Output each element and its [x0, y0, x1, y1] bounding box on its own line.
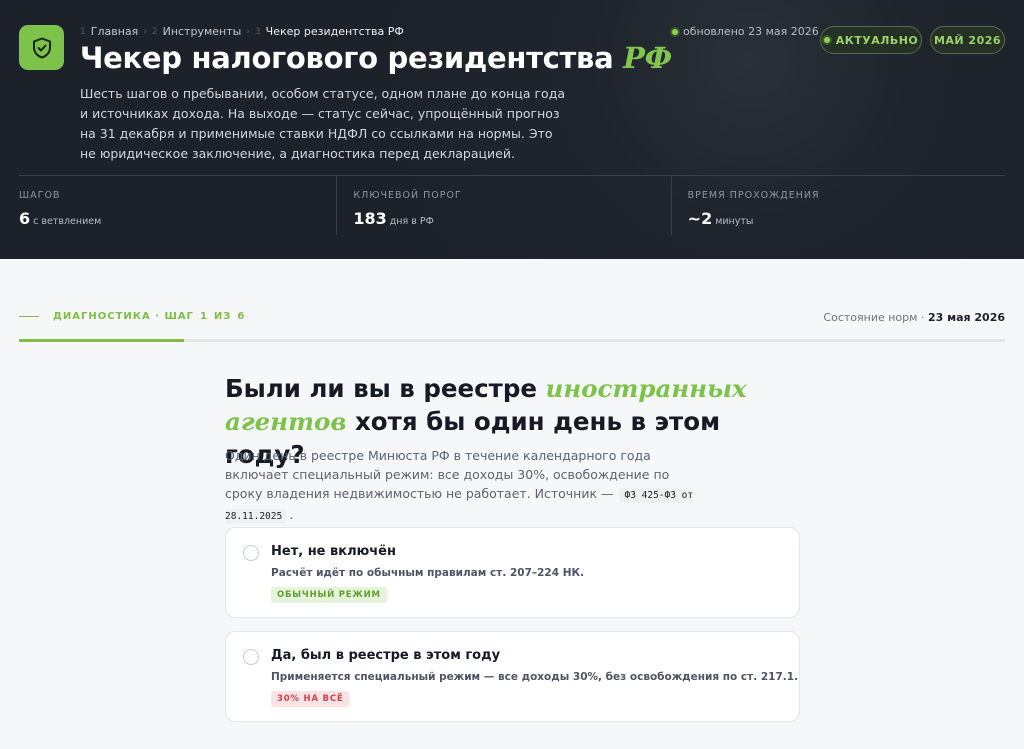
updated-indicator: обновлено 23 мая 2026 — [672, 25, 819, 38]
breadcrumb-tools-link[interactable]: Инструменты — [163, 25, 242, 38]
step-of: ИЗ — [213, 311, 232, 322]
stat-duration: ВРЕМЯ ПРОХОЖДЕНИЯ ~2 минуты — [670, 176, 1005, 235]
norms-date: 23 мая 2026 — [927, 311, 1005, 324]
breadcrumb: 1 Главная › 2 Инструменты › 3 Чекер рези… — [80, 25, 404, 38]
step-current: 1 — [199, 311, 208, 322]
stat-unit: дня в РФ — [389, 216, 434, 227]
intro-text: Шесть шагов о пребывании, особом статусе… — [80, 86, 565, 161]
step-total: 6 — [237, 311, 246, 322]
page-title-accent: РФ — [623, 41, 672, 75]
breadcrumb-num: 3 — [254, 26, 261, 37]
breadcrumb-home-link[interactable]: Главная — [91, 25, 139, 38]
page-title-text: Чекер налогового резидентства — [80, 41, 614, 75]
norms-label: Состояние норм · — [823, 311, 925, 324]
status-dot-icon — [672, 28, 678, 35]
step-label: ДИАГНОСТИКА · ШАГ 1 ИЗ 6 — [19, 311, 245, 322]
question-description-text: Один день в реестре Минюста РФ в течение… — [225, 448, 670, 501]
option-description: Применяется специальный режим — все дохо… — [271, 671, 799, 683]
stats-row: ШАГОВ 6с ветвлением КЛЮЧЕВОЙ ПОРОГ 183 дн… — [19, 175, 1005, 235]
option-tag: 30% НА ВСЁ — [271, 691, 350, 707]
date-badge: МАЙ 2026 — [930, 26, 1005, 54]
stat-unit: минуты — [715, 216, 754, 227]
stat-value: ~2 — [687, 209, 713, 228]
question-text: Были ли вы в реестре — [225, 374, 546, 403]
stat-label: КЛЮЧЕВОЙ ПОРОГ — [353, 190, 462, 201]
radio-button[interactable] — [243, 545, 259, 561]
question-description: Один день в реестре Минюста РФ в течение… — [225, 446, 695, 526]
norms-state: Состояние норм · 23 мая 2026 — [823, 311, 1005, 324]
updated-text: обновлено 23 мая 2026 — [683, 25, 819, 38]
breadcrumb-num: 1 — [80, 26, 86, 37]
option-tag: ОБЫЧНЫЙ РЕЖИМ — [271, 587, 387, 603]
page-title: Чекер налогового резидентства РФ — [80, 41, 672, 75]
question-description-end: . — [289, 507, 294, 522]
step-label-text: ДИАГНОСТИКА · ШАГ — [53, 311, 194, 322]
progress-header: ДИАГНОСТИКА · ШАГ 1 ИЗ 6 Состояние норм … — [19, 308, 1005, 342]
status-dot-icon — [823, 37, 830, 43]
stat-value: 183 — [353, 209, 387, 228]
status-badge: АКТУАЛЬНО — [820, 26, 922, 54]
stat-label: ВРЕМЯ ПРОХОЖДЕНИЯ — [687, 190, 820, 201]
step-line-decoration — [19, 315, 39, 318]
breadcrumb-separator: › — [143, 26, 147, 37]
option-description: Расчёт идёт по обычным правилам ст. 207–… — [271, 567, 585, 579]
stat-label: ШАГОВ — [19, 190, 61, 201]
progress-fill — [19, 339, 184, 342]
stat-value: 6 — [19, 209, 31, 228]
option-title: Нет, не включён — [271, 544, 396, 559]
status-badge-label: АКТУАЛЬНО — [835, 33, 919, 47]
stat-threshold: КЛЮЧЕВОЙ ПОРОГ 183 дня в РФ — [336, 176, 670, 235]
stat-unit: с ветвлением — [33, 216, 102, 227]
breadcrumb-current: Чекер резидентства РФ — [265, 25, 404, 38]
option-title: Да, был в реестре в этом году — [271, 648, 501, 663]
hero-header: 1 Главная › 2 Инструменты › 3 Чекер рези… — [0, 0, 1024, 259]
shield-check-icon — [19, 25, 64, 70]
option-card-no[interactable]: Нет, не включён Расчёт идёт по обычным п… — [225, 527, 800, 618]
radio-button[interactable] — [243, 649, 259, 665]
breadcrumb-separator: › — [246, 26, 250, 37]
stat-steps: ШАГОВ 6с ветвлением — [19, 176, 336, 235]
option-card-yes[interactable]: Да, был в реестре в этом году Применяетс… — [225, 631, 800, 722]
date-badge-label: МАЙ 2026 — [933, 33, 1002, 47]
breadcrumb-num: 2 — [151, 26, 158, 37]
